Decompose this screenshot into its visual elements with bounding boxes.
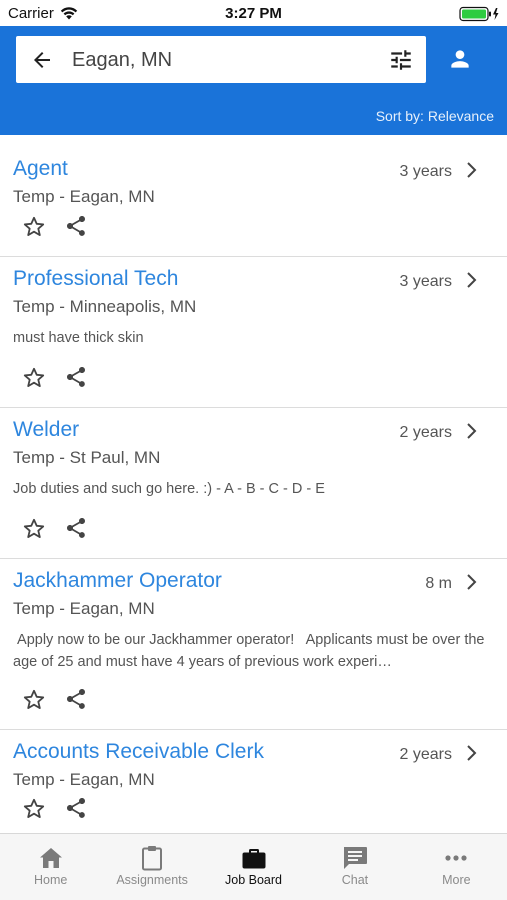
tab-label: Job Board — [225, 873, 282, 887]
chevron-right-icon[interactable] — [465, 161, 479, 179]
share-icon[interactable] — [64, 796, 88, 820]
search-bar — [16, 36, 426, 83]
location-search-input[interactable] — [72, 44, 372, 76]
job-description: must have thick skin — [13, 330, 144, 346]
home-icon — [39, 848, 62, 868]
tab-label: Home — [34, 873, 68, 887]
bottom-tab-bar: Home Assignments Job Board Chat More — [0, 833, 507, 900]
job-posted-age: 3 years — [399, 163, 452, 180]
job-type-location: Temp - Minneapolis, MN — [13, 297, 197, 316]
sort-selector[interactable]: Sort by: Relevance — [376, 108, 494, 124]
job-title[interactable]: Welder — [13, 418, 79, 442]
job-posted-age: 2 years — [399, 746, 452, 763]
job-list: Agent 3 years Temp - Eagan, MN Professio… — [0, 135, 507, 833]
star-outline-icon[interactable] — [22, 688, 46, 712]
share-icon[interactable] — [64, 365, 88, 389]
job-posted-age: 2 years — [399, 424, 452, 441]
more-icon — [445, 855, 467, 861]
battery-icon — [459, 6, 499, 22]
briefcase-icon — [242, 849, 266, 869]
job-description: Job duties and such go here. :) - A - B … — [13, 481, 325, 497]
job-card[interactable]: Jackhammer Operator 8 m Temp - Eagan, MN… — [0, 559, 507, 730]
clipboard-icon — [142, 846, 163, 871]
job-posted-age: 3 years — [399, 273, 452, 290]
profile-icon[interactable] — [447, 46, 473, 72]
clock: 3:27 PM — [225, 5, 282, 22]
job-card[interactable]: Agent 3 years Temp - Eagan, MN — [0, 135, 507, 257]
tab-chat[interactable]: Chat — [304, 834, 405, 900]
app-header: Sort by: Relevance — [0, 26, 507, 135]
job-type-location: Temp - Eagan, MN — [13, 187, 155, 206]
status-bar: Carrier 3:27 PM — [0, 0, 507, 26]
star-outline-icon[interactable] — [22, 797, 46, 821]
tab-home[interactable]: Home — [0, 834, 101, 900]
filter-sliders-icon[interactable] — [388, 47, 414, 73]
chevron-right-icon[interactable] — [465, 271, 479, 289]
back-arrow-icon[interactable] — [30, 48, 54, 72]
tab-job-board[interactable]: Job Board — [203, 834, 304, 900]
tab-assignments[interactable]: Assignments — [101, 834, 202, 900]
tab-more[interactable]: More — [406, 834, 507, 900]
chevron-right-icon[interactable] — [465, 422, 479, 440]
chevron-right-icon[interactable] — [465, 573, 479, 591]
share-icon[interactable] — [64, 516, 88, 540]
share-icon[interactable] — [64, 687, 88, 711]
job-card[interactable]: Accounts Receivable Clerk 2 years Temp -… — [0, 730, 507, 833]
chat-icon — [343, 847, 367, 869]
star-outline-icon[interactable] — [22, 517, 46, 541]
star-outline-icon[interactable] — [22, 215, 46, 239]
job-card[interactable]: Welder 2 years Temp - St Paul, MN Job du… — [0, 408, 507, 559]
job-description: Apply now to be our Jackhammer operator!… — [13, 632, 489, 670]
job-type-location: Temp - Eagan, MN — [13, 770, 155, 789]
job-title[interactable]: Agent — [13, 157, 68, 181]
job-card[interactable]: Professional Tech 3 years Temp - Minneap… — [0, 257, 507, 408]
share-icon[interactable] — [64, 214, 88, 238]
chevron-right-icon[interactable] — [465, 744, 479, 762]
job-title[interactable]: Jackhammer Operator — [13, 569, 222, 593]
tab-label: More — [442, 873, 471, 887]
job-type-location: Temp - St Paul, MN — [13, 448, 161, 467]
job-type-location: Temp - Eagan, MN — [13, 599, 155, 618]
star-outline-icon[interactable] — [22, 366, 46, 390]
job-posted-age: 8 m — [425, 575, 452, 592]
job-title[interactable]: Professional Tech — [13, 267, 178, 291]
tab-label: Assignments — [116, 873, 188, 887]
job-title[interactable]: Accounts Receivable Clerk — [13, 740, 264, 764]
tab-label: Chat — [341, 873, 369, 887]
